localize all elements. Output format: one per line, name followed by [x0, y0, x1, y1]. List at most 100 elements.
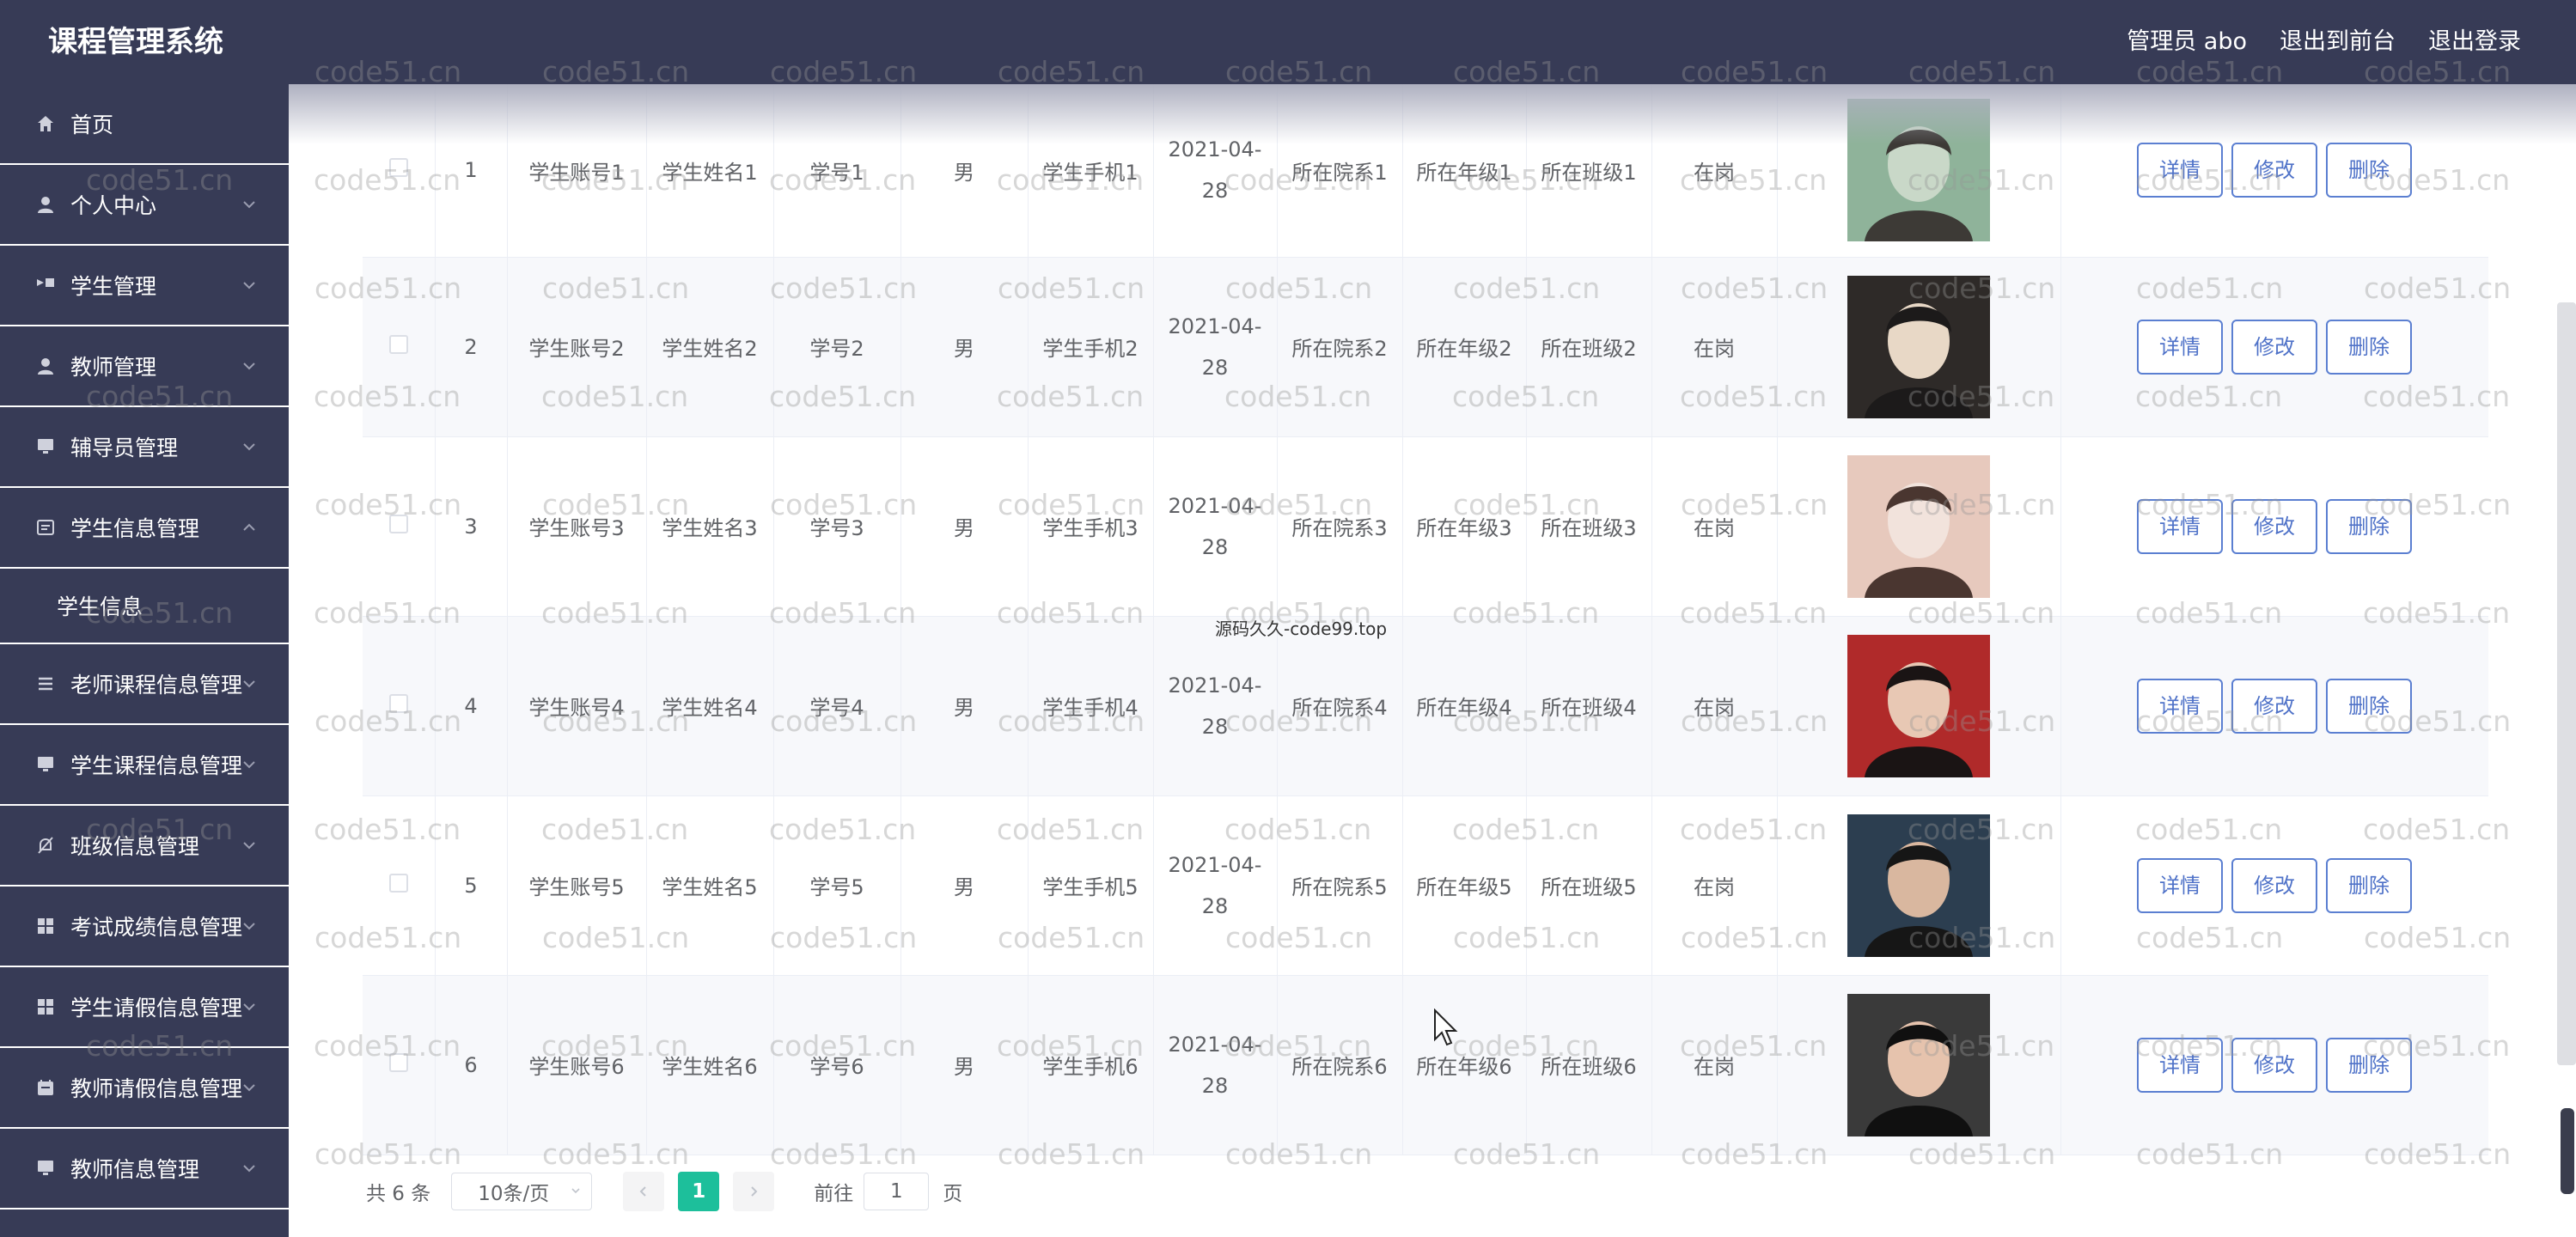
edit-button[interactable]: 修改 [2231, 498, 2317, 554]
sidebar-item-10[interactable]: 学生请假信息管理 [0, 967, 289, 1048]
sidebar-item-5[interactable]: 学生信息管理 [0, 488, 289, 569]
cell-phone: 学生手机2 [1028, 257, 1154, 436]
sidebar-item-8[interactable]: 班级信息管理 [0, 806, 289, 887]
current-user: 管理员 abo [2127, 28, 2247, 55]
pagination: 共 6 条 10条/页 1 前往 1 页 [366, 1172, 962, 1211]
date-line2: 28 [1201, 714, 1229, 739]
cell-actions: 详情 修改 删除 [2060, 795, 2488, 975]
cell-name: 学生姓名1 [646, 84, 774, 257]
sidebar-item-home[interactable]: 首页 [0, 84, 289, 165]
sidebar-item-label: 老师课程信息管理 [70, 673, 243, 698]
sidebar: 首页 个人中心 学生管理教师管理辅导员管理学生信息管理 学生信息老师课程信息管理学生… [0, 84, 289, 1237]
scrollbar-thumb[interactable] [2561, 1108, 2574, 1194]
chevron-down-icon [243, 363, 255, 370]
prev-page-button[interactable] [623, 1172, 665, 1211]
cell-department: 所在院系2 [1277, 257, 1403, 436]
detail-button[interactable]: 详情 [2137, 143, 2223, 198]
list-icon [34, 516, 57, 539]
edit-button[interactable]: 修改 [2231, 1037, 2317, 1093]
logout-link[interactable]: 退出登录 [2428, 21, 2521, 64]
chevron-down-icon [243, 761, 255, 769]
row-checkbox[interactable] [388, 1052, 408, 1072]
sidebar-item-2[interactable]: 学生管理 [0, 246, 289, 326]
chevron-down-icon [243, 842, 255, 850]
cell-status: 在岗 [1651, 84, 1778, 257]
sidebar-item-11[interactable]: 教师请假信息管理 [0, 1048, 289, 1129]
chevron-down-icon [243, 201, 255, 209]
goto-page-input[interactable]: 1 [864, 1173, 930, 1210]
delete-button[interactable]: 删除 [2326, 678, 2412, 734]
sidebar-item-label: 教师管理 [70, 355, 157, 380]
cell-date: 2021-04- 28 [1153, 436, 1278, 616]
delete-button[interactable]: 删除 [2326, 319, 2412, 375]
edit-button[interactable]: 修改 [2231, 678, 2317, 734]
delete-button[interactable]: 删除 [2326, 1037, 2412, 1093]
calendar-icon [34, 1076, 57, 1099]
top-header: 课程管理系统 管理员 abo 退出到前台 退出登录 [0, 0, 2576, 84]
sidebar-item-label: 教师请假信息管理 [70, 1076, 243, 1101]
cell-photo [1777, 436, 2061, 616]
menu-icon [34, 673, 57, 695]
detail-button[interactable]: 详情 [2137, 319, 2223, 375]
next-page-button[interactable] [733, 1172, 775, 1211]
row-checkbox[interactable] [388, 334, 408, 354]
sidebar-item-6[interactable]: 老师课程信息管理 [0, 644, 289, 725]
edit-button[interactable]: 修改 [2231, 143, 2317, 198]
monitor-icon [34, 753, 57, 776]
cell-department: 所在院系6 [1277, 975, 1403, 1155]
table-row: 2 学生账号2 学生姓名2 学号2 男学生手机2 2021-04- 28 所在院系2 所在年级2… [363, 257, 2488, 436]
cell-phone: 学生手机6 [1028, 975, 1154, 1155]
sidebar-item-7[interactable]: 学生课程信息管理 [0, 725, 289, 806]
sidebar-subitem-student-info[interactable]: 学生信息 [0, 569, 289, 644]
row-checkbox[interactable] [388, 693, 408, 713]
sidebar-item-1[interactable]: 个人中心 [0, 165, 289, 246]
cell-index: 6 [435, 975, 508, 1155]
sidebar-item-label: 班级信息管理 [70, 834, 200, 859]
goto-label: 前往 [814, 1183, 854, 1205]
chevron-down-icon [243, 923, 255, 930]
cell-gender: 男 [900, 795, 1029, 975]
detail-button[interactable]: 详情 [2137, 857, 2223, 913]
date-line1: 2021-04- [1168, 673, 1262, 698]
page-number-current[interactable]: 1 [678, 1172, 720, 1211]
cell-date: 2021-04- 28 [1153, 616, 1278, 795]
cell-actions: 详情 修改 删除 [2060, 616, 2488, 795]
vertical-scrollbar[interactable] [2557, 302, 2576, 1065]
chevron-down-icon [243, 1084, 255, 1092]
page-size-select[interactable]: 10条/页 [451, 1173, 593, 1210]
sidebar-item-4[interactable]: 辅导员管理 [0, 407, 289, 488]
cell-phone: 学生手机5 [1028, 795, 1154, 975]
edit-button[interactable]: 修改 [2231, 319, 2317, 375]
home-icon [34, 113, 57, 135]
cell-phone: 学生手机1 [1028, 84, 1154, 257]
user-icon [34, 355, 57, 377]
delete-button[interactable]: 删除 [2326, 857, 2412, 913]
delete-button[interactable]: 删除 [2326, 143, 2412, 198]
app-title: 课程管理系统 [48, 25, 223, 59]
chevron-left-icon [639, 1186, 646, 1197]
cell-actions: 详情 修改 删除 [2060, 436, 2488, 616]
center-watermark: 源码久久-code99.top [1215, 618, 1388, 639]
row-checkbox[interactable] [388, 514, 408, 533]
row-checkbox[interactable] [388, 873, 408, 893]
detail-button[interactable]: 详情 [2137, 498, 2223, 554]
detail-button[interactable]: 详情 [2137, 678, 2223, 734]
sidebar-item-3[interactable]: 教师管理 [0, 326, 289, 407]
back-to-frontend-link[interactable]: 退出到前台 [2280, 21, 2396, 64]
edit-button[interactable]: 修改 [2231, 857, 2317, 913]
row-checkbox[interactable] [388, 158, 408, 178]
sidebar-item-label: 辅导员管理 [70, 436, 179, 460]
cell-class: 所在班级6 [1526, 975, 1652, 1155]
sidebar-item-12[interactable]: 教师信息管理 [0, 1129, 289, 1210]
user-icon [34, 193, 57, 216]
delete-button[interactable]: 删除 [2326, 498, 2412, 554]
detail-button[interactable]: 详情 [2137, 1037, 2223, 1093]
cell-student-no: 学号5 [773, 795, 901, 975]
monitor-icon [34, 436, 57, 458]
cell-index: 4 [435, 616, 508, 795]
chevron-right-icon [751, 1186, 758, 1197]
date-line1: 2021-04- [1168, 1032, 1262, 1057]
bell-off-icon [34, 834, 57, 856]
sidebar-item-label: 首页 [70, 113, 114, 137]
sidebar-item-9[interactable]: 考试成绩信息管理 [0, 887, 289, 967]
